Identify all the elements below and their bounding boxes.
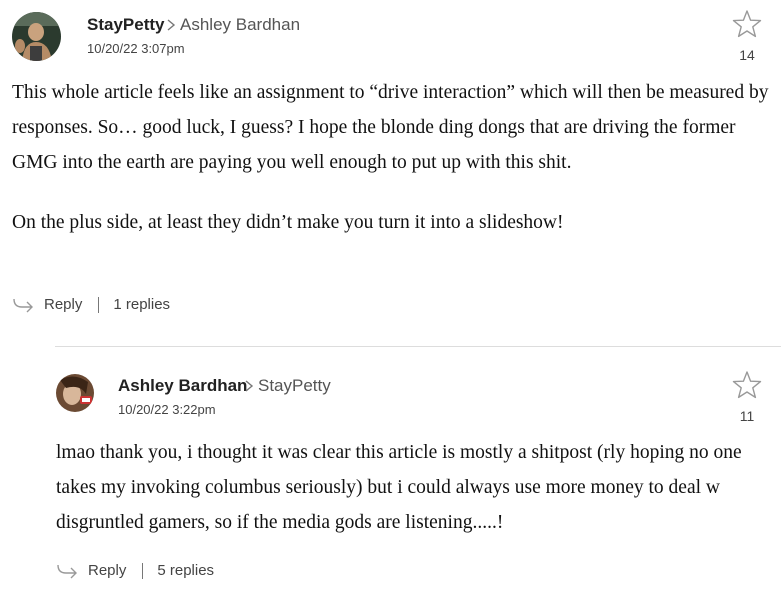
comment-body: lmao thank you, i thought it was clear t… <box>56 435 778 540</box>
star-icon[interactable] <box>732 9 762 39</box>
reply-to-name[interactable]: StayPetty <box>258 376 331 396</box>
chevron-right-icon <box>167 19 176 31</box>
avatar[interactable] <box>12 12 61 61</box>
reply-button[interactable]: Reply <box>88 562 126 579</box>
reply-arrow-icon[interactable] <box>12 297 34 313</box>
star-icon[interactable] <box>732 370 762 400</box>
reply-arrow-icon[interactable] <box>56 563 78 579</box>
comment-reply: Ashley Bardhan StayPetty 10/20/22 3:22pm… <box>0 347 781 594</box>
comment-author[interactable]: StayPetty <box>87 15 164 35</box>
reply-to-name[interactable]: Ashley Bardhan <box>180 15 300 35</box>
comment: StayPetty Ashley Bardhan 10/20/22 3:07pm… <box>0 0 781 330</box>
reply-to[interactable]: Ashley Bardhan <box>166 15 300 35</box>
chevron-right-icon <box>245 380 254 392</box>
separator <box>98 296 100 313</box>
avatar-image <box>12 12 61 61</box>
comment-paragraph: lmao thank you, i thought it was clear t… <box>56 442 742 533</box>
reply-to[interactable]: StayPetty <box>244 376 331 396</box>
avatar-image <box>56 374 94 412</box>
comment-timestamp[interactable]: 10/20/22 3:22pm <box>118 402 216 417</box>
comment-paragraph: On the plus side, at least they didn’t m… <box>12 212 564 233</box>
replies-link[interactable]: 5 replies <box>157 562 214 579</box>
comment-author[interactable]: Ashley Bardhan <box>118 376 247 396</box>
comment-actions: Reply 5 replies <box>56 562 214 579</box>
comment-timestamp[interactable]: 10/20/22 3:07pm <box>87 41 185 56</box>
replies-link[interactable]: 1 replies <box>113 296 170 313</box>
reply-button[interactable]: Reply <box>44 296 82 313</box>
comment-body: This whole article feels like an assignm… <box>12 75 777 240</box>
comment-actions: Reply 1 replies <box>12 296 170 313</box>
avatar[interactable] <box>56 374 94 412</box>
star-count: 14 <box>739 47 755 63</box>
separator <box>142 562 144 579</box>
comment-paragraph: This whole article feels like an assignm… <box>12 82 769 173</box>
star-count: 11 <box>739 408 755 424</box>
